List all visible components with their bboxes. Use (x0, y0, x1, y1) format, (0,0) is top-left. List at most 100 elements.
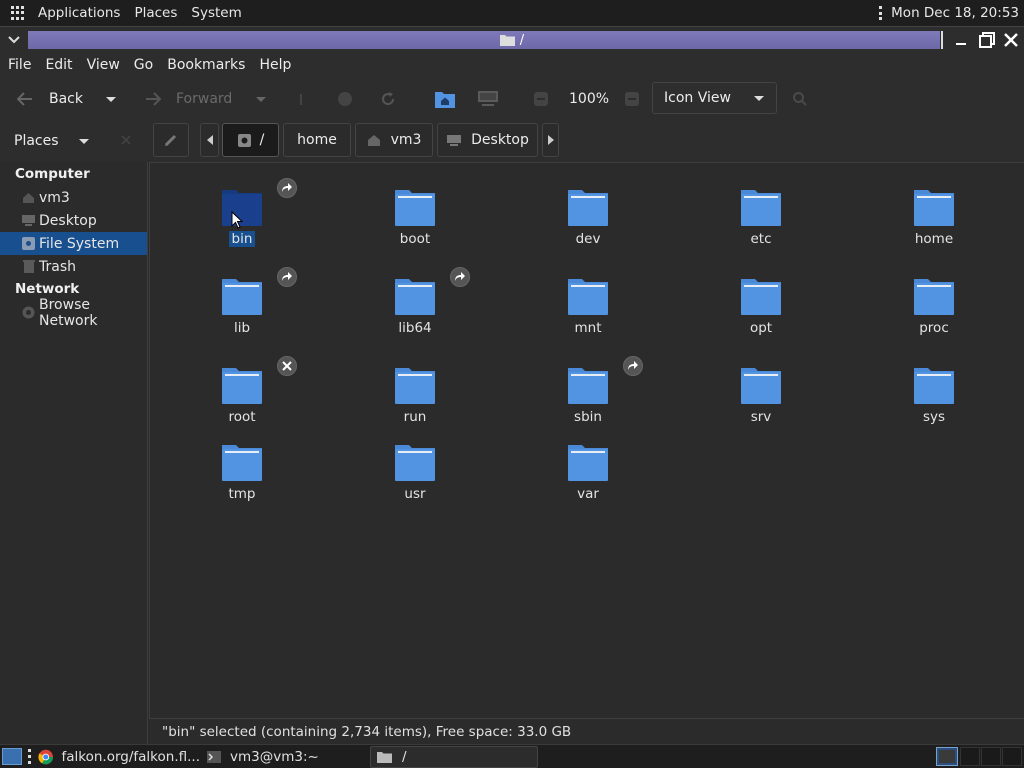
folder-label: lib (233, 320, 251, 336)
task-falkon[interactable]: falkon.org/falkon.fl... (38, 746, 200, 768)
computer-icon (478, 91, 498, 106)
menu-help[interactable]: Help (252, 57, 298, 73)
menu-bookmarks[interactable]: Bookmarks (160, 57, 252, 73)
workspace-1[interactable] (936, 747, 958, 766)
folder-item-sbin[interactable]: sbin (538, 356, 643, 446)
task-file-manager[interactable]: / (370, 746, 538, 768)
zoom-level: 100% (569, 91, 610, 107)
workspace-2[interactable] (960, 747, 980, 766)
folder-item-opt[interactable]: opt (711, 277, 811, 357)
reload-button[interactable] (380, 84, 396, 114)
terminal-icon (207, 751, 221, 763)
sidebar-item-trash[interactable]: Trash (0, 255, 147, 278)
taskbar: falkon.org/falkon.fl... vm3@vm3:~ / (0, 744, 1024, 768)
window-title-text: / (519, 32, 525, 48)
menu-view[interactable]: View (80, 57, 127, 73)
menu-go[interactable]: Go (127, 57, 160, 73)
view-mode-select[interactable]: Icon View (652, 82, 777, 114)
folder-item-usr[interactable]: usr (365, 443, 465, 523)
maximize-button[interactable] (977, 30, 997, 50)
task-terminal[interactable]: vm3@vm3:~ (207, 746, 367, 768)
folder-item-mnt[interactable]: mnt (538, 277, 638, 357)
sidebar-item-label: Browse Network (39, 296, 98, 329)
apps-grid-icon[interactable] (11, 6, 25, 20)
home-icon (22, 191, 35, 204)
folder-icon (395, 445, 435, 481)
folder-item-var[interactable]: var (538, 443, 638, 523)
forward-button[interactable]: Forward (145, 84, 232, 114)
up-button[interactable] (296, 84, 306, 114)
sidebar-item-file-system[interactable]: File System (0, 232, 147, 255)
home-button[interactable] (434, 84, 456, 114)
folder-icon (568, 445, 608, 481)
path-segment-label: vm3 (390, 132, 422, 148)
system-menu[interactable]: System (184, 0, 248, 26)
folder-item-tmp[interactable]: tmp (192, 443, 292, 523)
minimize-button[interactable] (951, 30, 971, 50)
folder-item-root[interactable]: root (192, 356, 297, 446)
clock[interactable]: Mon Dec 18, 20:53 (891, 5, 1024, 21)
folder-item-dev[interactable]: dev (538, 188, 638, 268)
sidebar-header-computer: Computer (15, 166, 90, 182)
edit-location-button[interactable] (153, 123, 189, 157)
folder-label: dev (575, 231, 601, 247)
places-menu[interactable]: Places (127, 0, 184, 26)
sidebar-mode-select[interactable]: Places (14, 128, 89, 154)
folder-icon (395, 279, 435, 315)
folder-item-run[interactable]: run (365, 366, 465, 446)
folder-icon (222, 368, 262, 404)
folder-item-proc[interactable]: proc (884, 277, 984, 357)
folder-item-lib[interactable]: lib (192, 267, 297, 357)
computer-button[interactable] (477, 84, 499, 114)
path-segment-desktop[interactable]: Desktop (437, 123, 538, 157)
applications-menu[interactable]: Applications (31, 0, 127, 26)
panel-menu-icon[interactable] (879, 6, 883, 20)
show-desktop-button[interactable] (2, 748, 22, 765)
folder-item-srv[interactable]: srv (711, 366, 811, 446)
folder-item-boot[interactable]: boot (365, 188, 465, 268)
folder-icon (914, 368, 954, 404)
folder-label: sbin (574, 409, 602, 425)
path-segment-home[interactable]: home (283, 123, 351, 157)
sidebar-item-label: Trash (39, 258, 76, 275)
forward-history-dropdown[interactable] (256, 84, 266, 114)
menu-edit[interactable]: Edit (38, 57, 79, 73)
path-scroll-right-button[interactable] (542, 123, 559, 157)
file-view[interactable]: bin boot dev etc home lib lib64 mnt opt proc root r… (149, 162, 1024, 718)
folder-item-sys[interactable]: sys (884, 366, 984, 446)
back-button[interactable]: Back (17, 84, 83, 114)
minimize-icon (956, 43, 966, 45)
folder-label: home (914, 231, 954, 247)
folder-icon (568, 279, 608, 315)
path-segment-vm3[interactable]: vm3 (355, 123, 433, 157)
menu-file[interactable]: File (1, 57, 38, 73)
sidebar-item-desktop[interactable]: Desktop (0, 209, 147, 232)
search-button[interactable] (792, 84, 808, 114)
taskbar-handle-icon (28, 749, 32, 764)
sidebar: Computer vm3 Desktop File System Trash N… (0, 162, 148, 744)
folder-icon (568, 190, 608, 226)
zoom-in-button[interactable] (624, 84, 640, 114)
folder-item-lib64[interactable]: lib64 (365, 267, 470, 357)
close-button[interactable] (1001, 30, 1021, 50)
back-history-dropdown[interactable] (106, 84, 116, 114)
folder-label: run (403, 409, 427, 425)
sidebar-item-label: vm3 (39, 189, 70, 206)
workspace-4[interactable] (1002, 747, 1022, 766)
menu-bar: File Edit View Go Bookmarks Help (0, 52, 1024, 78)
stop-button[interactable] (337, 84, 353, 114)
path-scroll-left-button[interactable] (200, 123, 219, 157)
folder-item-etc[interactable]: etc (711, 188, 811, 268)
sidebar-item-browse-network[interactable]: Browse Network (0, 297, 147, 329)
window-titlebar[interactable]: / (0, 26, 1024, 52)
sidebar-item-vm3[interactable]: vm3 (0, 186, 147, 209)
path-segment-label: / (259, 132, 265, 148)
close-sidebar-button[interactable] (120, 134, 132, 150)
folder-icon (914, 279, 954, 315)
zoom-out-button[interactable] (533, 84, 549, 114)
path-segment-root[interactable]: / (222, 123, 279, 157)
close-icon (1004, 33, 1018, 47)
caret-down-icon (78, 138, 89, 144)
folder-item-home[interactable]: home (884, 188, 984, 268)
workspace-3[interactable] (981, 747, 1001, 766)
